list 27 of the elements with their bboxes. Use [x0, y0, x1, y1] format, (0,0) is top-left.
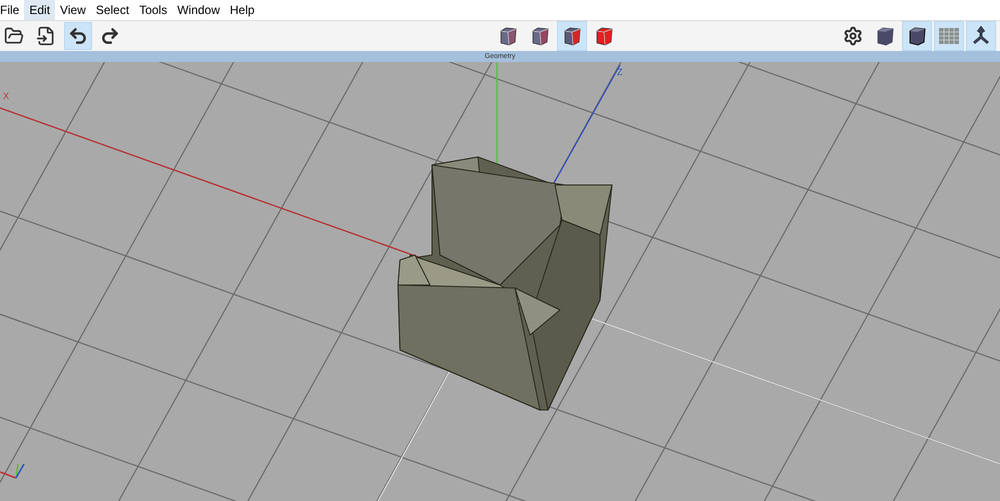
- cube-icon: [498, 26, 518, 46]
- menu-item[interactable]: Select: [90, 0, 134, 20]
- axis-label: Z: [617, 68, 622, 77]
- cube-icon: [907, 26, 927, 46]
- axis-label: X: [3, 92, 10, 101]
- cube-icon: [562, 26, 582, 46]
- menu-item[interactable]: Window: [172, 0, 225, 20]
- cube-icon: [594, 26, 614, 46]
- file-icon: [36, 26, 56, 46]
- menu-item[interactable]: Help: [224, 0, 260, 20]
- menu-item[interactable]: File: [0, 0, 24, 20]
- toolbar-button[interactable]: [64, 22, 92, 50]
- settings-icon: [843, 26, 863, 46]
- menu-item[interactable]: View: [55, 0, 91, 20]
- toolbar-button[interactable]: [902, 21, 932, 51]
- undo-icon: [68, 26, 88, 46]
- redo-icon: [100, 26, 120, 46]
- menu-item[interactable]: Tools: [134, 0, 172, 20]
- axis-triad-icon: [0, 464, 25, 479]
- toolbar-button[interactable]: [966, 21, 996, 51]
- grid-icon: [938, 27, 960, 45]
- menu-item[interactable]: Edit: [24, 0, 56, 20]
- folder-icon: [4, 26, 24, 46]
- cube-icon: [875, 26, 895, 46]
- axes-icon: [971, 26, 991, 46]
- cube-icon: [530, 26, 550, 46]
- view-mode-button[interactable]: [557, 21, 587, 51]
